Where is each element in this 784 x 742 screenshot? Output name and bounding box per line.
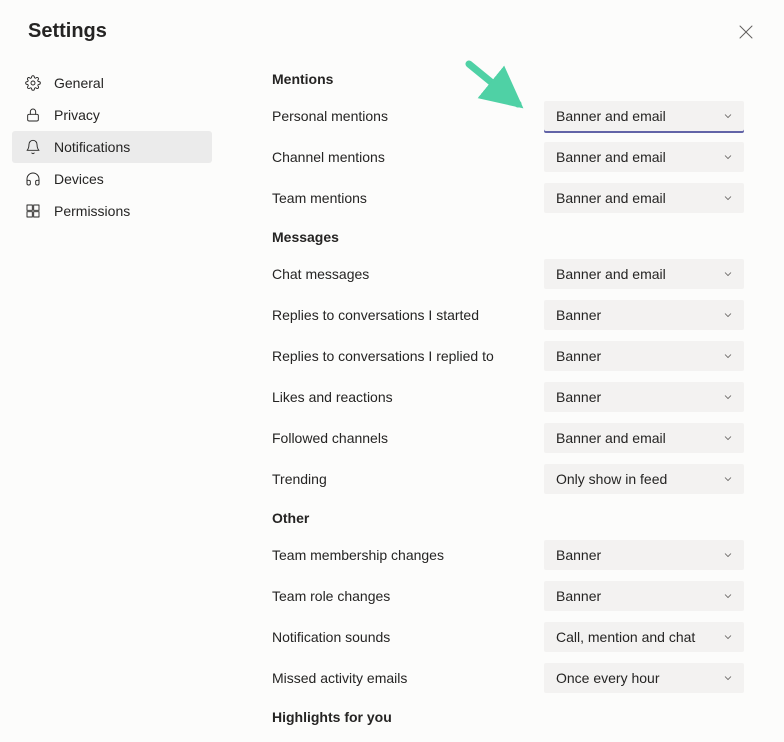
setting-row-missed-emails: Missed activity emails Once every hour — [272, 663, 744, 693]
sidebar-item-label: Notifications — [54, 139, 130, 155]
gear-icon — [24, 74, 42, 92]
setting-label: Team membership changes — [272, 547, 444, 563]
section-heading-highlights: Highlights for you — [272, 709, 744, 725]
dropdown-followed-channels[interactable]: Banner and email — [544, 423, 744, 453]
dropdown-team-role[interactable]: Banner — [544, 581, 744, 611]
setting-label: Channel mentions — [272, 149, 385, 165]
setting-label: Team role changes — [272, 588, 390, 604]
close-button[interactable] — [736, 22, 756, 42]
setting-row-trending: Trending Only show in feed — [272, 464, 744, 494]
setting-row-team-membership: Team membership changes Banner — [272, 540, 744, 570]
headphones-icon — [24, 170, 42, 188]
setting-row-replies-started: Replies to conversations I started Banne… — [272, 300, 744, 330]
chevron-down-icon — [722, 391, 734, 403]
sidebar-item-notifications[interactable]: Notifications — [12, 131, 212, 163]
dropdown-notification-sounds[interactable]: Call, mention and chat — [544, 622, 744, 652]
dropdown-likes-reactions[interactable]: Banner — [544, 382, 744, 412]
sidebar-item-general[interactable]: General — [12, 67, 212, 99]
chevron-down-icon — [722, 549, 734, 561]
dropdown-value: Banner and email — [556, 108, 666, 124]
dropdown-value: Banner — [556, 389, 601, 405]
setting-row-channel-mentions: Channel mentions Banner and email — [272, 142, 744, 172]
section-heading-mentions: Mentions — [272, 71, 744, 87]
chevron-down-icon — [722, 192, 734, 204]
chevron-down-icon — [722, 672, 734, 684]
chevron-down-icon — [722, 268, 734, 280]
sidebar-item-label: Privacy — [54, 107, 100, 123]
setting-label: Replies to conversations I replied to — [272, 348, 494, 364]
chevron-down-icon — [722, 309, 734, 321]
page-title: Settings — [28, 20, 107, 43]
lock-icon — [24, 106, 42, 124]
setting-row-team-mentions: Team mentions Banner and email — [272, 183, 744, 213]
section-heading-messages: Messages — [272, 229, 744, 245]
setting-label: Likes and reactions — [272, 389, 393, 405]
setting-label: Personal mentions — [272, 108, 388, 124]
setting-label: Notification sounds — [272, 629, 390, 645]
dropdown-value: Banner and email — [556, 149, 666, 165]
chevron-down-icon — [722, 631, 734, 643]
dropdown-replies-replied[interactable]: Banner — [544, 341, 744, 371]
dropdown-trending[interactable]: Only show in feed — [544, 464, 744, 494]
setting-row-followed-channels: Followed channels Banner and email — [272, 423, 744, 453]
setting-label: Followed channels — [272, 430, 388, 446]
dropdown-value: Banner — [556, 348, 601, 364]
grid-icon — [24, 202, 42, 220]
chevron-down-icon — [722, 350, 734, 362]
section-heading-other: Other — [272, 510, 744, 526]
dropdown-channel-mentions[interactable]: Banner and email — [544, 142, 744, 172]
dropdown-replies-started[interactable]: Banner — [544, 300, 744, 330]
chevron-down-icon — [722, 432, 734, 444]
dropdown-missed-emails[interactable]: Once every hour — [544, 663, 744, 693]
dropdown-value: Banner — [556, 307, 601, 323]
dropdown-value: Banner and email — [556, 190, 666, 206]
setting-row-chat-messages: Chat messages Banner and email — [272, 259, 744, 289]
chevron-down-icon — [722, 110, 734, 122]
setting-label: Replies to conversations I started — [272, 307, 479, 323]
dropdown-value: Only show in feed — [556, 471, 667, 487]
dropdown-team-mentions[interactable]: Banner and email — [544, 183, 744, 213]
dropdown-value: Banner — [556, 588, 601, 604]
sidebar: General Privacy Notifications Devices Pe… — [0, 67, 224, 739]
dropdown-team-membership[interactable]: Banner — [544, 540, 744, 570]
setting-row-team-role: Team role changes Banner — [272, 581, 744, 611]
setting-label: Missed activity emails — [272, 670, 407, 686]
sidebar-item-permissions[interactable]: Permissions — [12, 195, 212, 227]
dropdown-value: Call, mention and chat — [556, 629, 695, 645]
dropdown-chat-messages[interactable]: Banner and email — [544, 259, 744, 289]
setting-row-personal-mentions: Personal mentions Banner and email — [272, 101, 744, 131]
setting-row-notification-sounds: Notification sounds Call, mention and ch… — [272, 622, 744, 652]
setting-row-likes-reactions: Likes and reactions Banner — [272, 382, 744, 412]
sidebar-item-privacy[interactable]: Privacy — [12, 99, 212, 131]
dropdown-value: Once every hour — [556, 670, 660, 686]
sidebar-item-devices[interactable]: Devices — [12, 163, 212, 195]
chevron-down-icon — [722, 473, 734, 485]
dropdown-value: Banner — [556, 547, 601, 563]
bell-icon — [24, 138, 42, 156]
sidebar-item-label: General — [54, 75, 104, 91]
dropdown-personal-mentions[interactable]: Banner and email — [544, 101, 744, 131]
dropdown-value: Banner and email — [556, 430, 666, 446]
setting-label: Chat messages — [272, 266, 369, 282]
main-panel: Mentions Personal mentions Banner and em… — [224, 67, 784, 739]
sidebar-item-label: Devices — [54, 171, 104, 187]
close-icon — [739, 25, 753, 39]
chevron-down-icon — [722, 151, 734, 163]
sidebar-item-label: Permissions — [54, 203, 130, 219]
setting-label: Team mentions — [272, 190, 367, 206]
chevron-down-icon — [722, 590, 734, 602]
setting-label: Trending — [272, 471, 327, 487]
setting-row-replies-replied: Replies to conversations I replied to Ba… — [272, 341, 744, 371]
dropdown-value: Banner and email — [556, 266, 666, 282]
